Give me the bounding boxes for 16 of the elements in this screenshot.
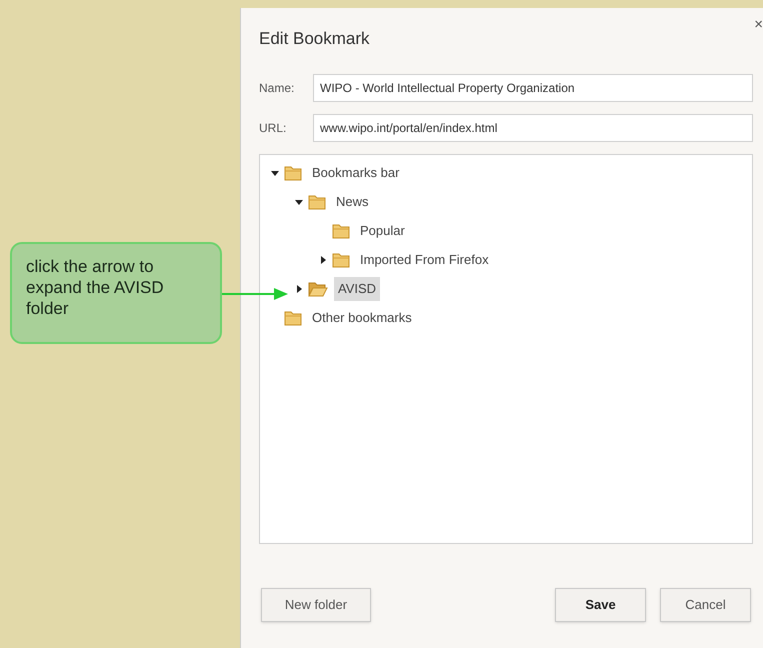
tree-item[interactable]: News — [332, 190, 373, 214]
save-button[interactable]: Save — [555, 588, 646, 622]
tree-item[interactable]: Imported From Firefox — [356, 248, 493, 272]
callout: click the arrow to expand the AVISD folder — [10, 242, 222, 344]
dialog-title: Edit Bookmark — [259, 28, 371, 50]
tree-item[interactable]: AVISD — [334, 277, 380, 301]
field-label: Name: — [259, 80, 296, 96]
cancel-button[interactable]: Cancel — [660, 588, 751, 622]
tree-item[interactable]: Other bookmarks — [308, 306, 416, 330]
field-label: URL: — [259, 120, 288, 136]
text-field[interactable]: www.wipo.int/portal/en/index.html — [313, 114, 753, 142]
tree-item[interactable]: Popular — [356, 219, 409, 243]
text-field[interactable]: WIPO - World Intellectual Property Organization — [313, 74, 753, 102]
close-button[interactable]: × — [754, 14, 763, 36]
new-folder-button[interactable]: New folder — [261, 588, 371, 622]
tree-item[interactable]: Bookmarks bar — [308, 161, 404, 185]
